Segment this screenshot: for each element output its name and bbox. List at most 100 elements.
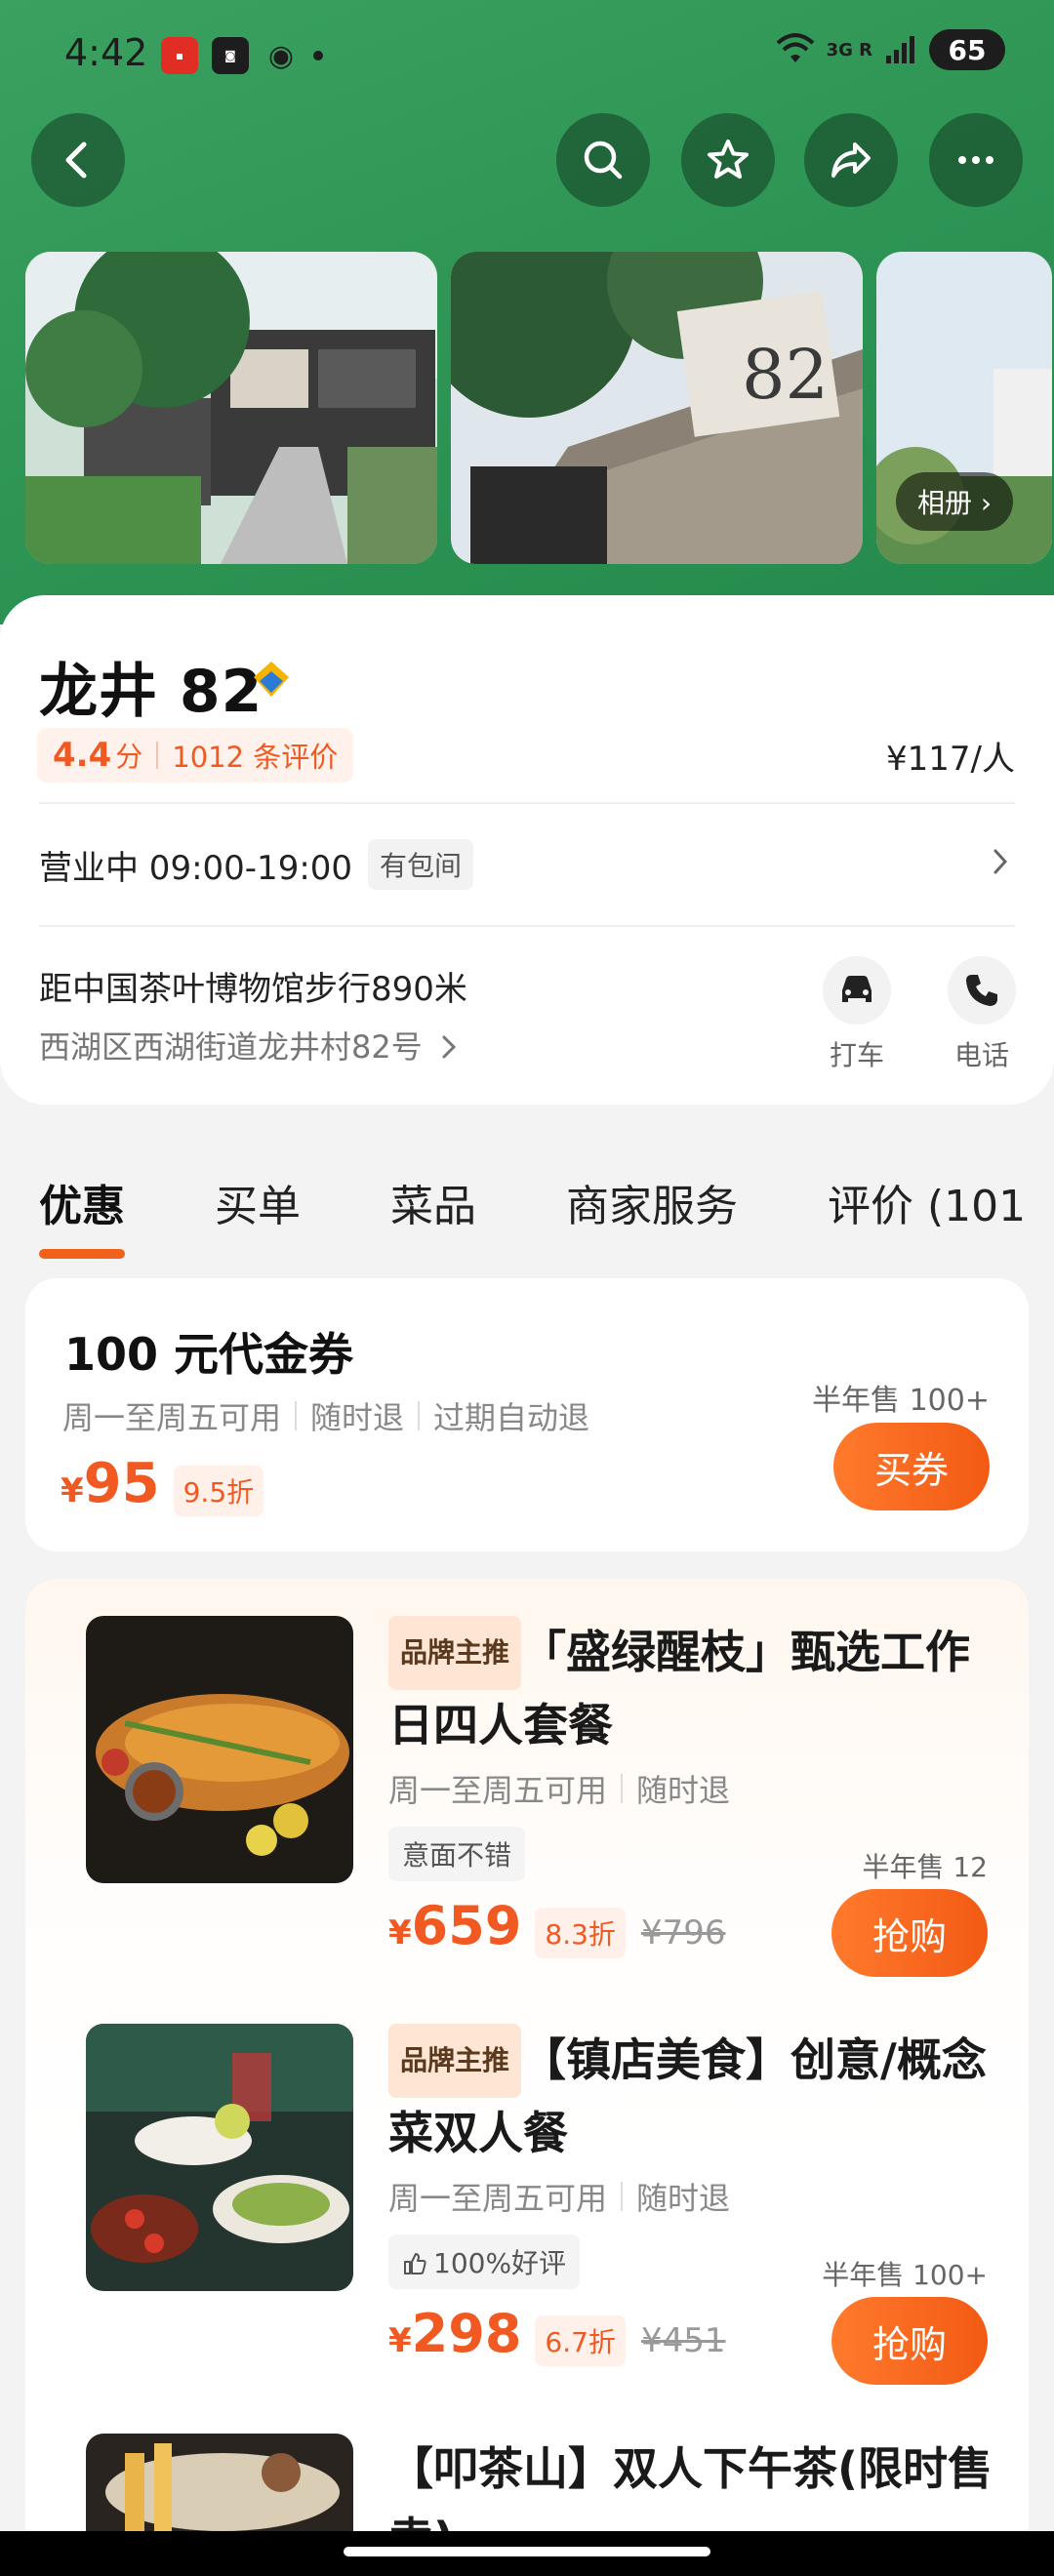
deal-details: 【叩茶山】双人下午茶(限时售卖) bbox=[388, 2434, 1013, 2531]
tab-deals[interactable]: 优惠 bbox=[39, 1171, 125, 1259]
tab-dishes[interactable]: 菜品 bbox=[390, 1171, 476, 1233]
phone-button[interactable]: 电话 bbox=[943, 956, 1021, 1073]
divider bbox=[39, 802, 1015, 804]
shop-name: 龙井 82 bbox=[39, 658, 264, 726]
battery-level: 65 bbox=[948, 33, 987, 66]
taxi-button[interactable]: 打车 bbox=[818, 956, 896, 1073]
deal-highlight-text: 100%好评 bbox=[433, 2247, 567, 2279]
app-notification-icon: ▪ bbox=[161, 37, 198, 74]
status-right: 3G R 65 bbox=[776, 29, 1005, 70]
svg-text:82: 82 bbox=[742, 335, 829, 415]
deal-image-roast bbox=[86, 1616, 353, 1883]
deal-item[interactable]: 品牌主推 【镇店美食】创意/概念菜双人餐 周一至周五可用 随时退 100%好评 ¥… bbox=[61, 2024, 1027, 2385]
deal-conditions: 周一至周五可用 随时退 bbox=[388, 2174, 1013, 2219]
address-text: 西湖区西湖街道龙井村82号 bbox=[39, 1028, 423, 1066]
deals-card: 品牌主推 「盛绿醒枝」甄选工作日四人套餐 周一至周五可用 随时退 意面不错 ¥ 6… bbox=[25, 1579, 1029, 2555]
condition-weekdays: 周一至周五可用 bbox=[388, 1772, 608, 1809]
deal-original-price: ¥796 bbox=[640, 1913, 726, 1952]
deal-price-value: 298 bbox=[411, 2303, 522, 2364]
wifi-icon bbox=[776, 33, 814, 62]
buy-voucher-button[interactable]: 买券 bbox=[833, 1423, 990, 1510]
deal-conditions: 周一至周五可用 随时退 bbox=[388, 1766, 1013, 1811]
currency-symbol: ¥ bbox=[61, 1471, 84, 1510]
deal-title: 【叩茶山】双人下午茶(限时售卖) bbox=[388, 2442, 993, 2531]
taxi-label: 打车 bbox=[829, 1039, 884, 1071]
divider bbox=[39, 925, 1015, 927]
tab-pay-bill[interactable]: 买单 bbox=[215, 1171, 301, 1233]
rating-separator bbox=[156, 742, 159, 769]
deal-title: 品牌主推 「盛绿醒枝」甄选工作日四人套餐 bbox=[388, 1616, 1013, 1760]
deal-sold-count: 半年售 12 bbox=[862, 1851, 988, 1883]
chevron-left-icon bbox=[65, 141, 87, 179]
price-per-person: ¥117/人 bbox=[886, 740, 1015, 779]
wechat-icon: ◉ bbox=[267, 38, 295, 73]
deal-image-tea bbox=[86, 2434, 353, 2531]
deal-highlight-chip: 100%好评 bbox=[388, 2234, 581, 2289]
review-count: 1012 条评价 bbox=[172, 741, 339, 774]
star-icon bbox=[708, 140, 749, 179]
shop-info-card: 龙井 82 4.4 分 1012 条评价 ¥117/人 营业中 09:00-19… bbox=[0, 595, 1054, 1105]
notification-icons: ▪ ◙ ◉ bbox=[161, 37, 323, 74]
condition-weekdays: 周一至周五可用 bbox=[388, 2180, 608, 2217]
deal-title: 品牌主推 【镇店美食】创意/概念菜双人餐 bbox=[388, 2024, 1013, 2168]
back-button[interactable] bbox=[31, 113, 125, 207]
grab-deal-button[interactable]: 抢购 bbox=[831, 2297, 988, 2385]
deal-price-value: 659 bbox=[411, 1895, 522, 1956]
condition-auto-refund: 过期自动退 bbox=[433, 1399, 590, 1436]
currency-symbol: ¥ bbox=[388, 1913, 412, 1952]
brand-recommend-tag: 品牌主推 bbox=[388, 1616, 522, 1690]
signal-icon bbox=[886, 36, 914, 63]
photo-gallery[interactable]: 82 相册 › bbox=[25, 252, 1052, 564]
voucher-title: 100 元代金券 bbox=[64, 1328, 354, 1381]
rating-score: 4.4 bbox=[53, 736, 112, 775]
section-tabs: 优惠 买单 菜品 商家服务 评价 (101 bbox=[39, 1171, 1054, 1259]
status-bar: 4:42 ▪ ◙ ◉ 3G R 65 bbox=[0, 0, 1054, 107]
deal-highlight-chip: 意面不错 bbox=[388, 1827, 526, 1881]
deal-item[interactable]: 【叩茶山】双人下午茶(限时售卖) bbox=[61, 2434, 1027, 2531]
phone-label: 电话 bbox=[953, 1039, 1009, 1071]
private-room-tag: 有包间 bbox=[368, 839, 474, 890]
rating-badge[interactable]: 4.4 分 1012 条评价 bbox=[37, 728, 354, 783]
chevron-right-icon[interactable] bbox=[986, 847, 1015, 876]
deal-sold-count: 半年售 100+ bbox=[822, 2259, 988, 2291]
brand-recommend-tag: 品牌主推 bbox=[388, 2024, 522, 2098]
condition-refund-anytime: 随时退 bbox=[310, 1399, 405, 1436]
network-type: 3G R bbox=[826, 39, 872, 60]
gallery-photo-house[interactable]: 相册 › bbox=[876, 252, 1052, 564]
tab-merchant-services[interactable]: 商家服务 bbox=[566, 1171, 738, 1233]
voucher-price: ¥ 95 9.5折 bbox=[61, 1452, 264, 1516]
share-button[interactable] bbox=[804, 113, 898, 207]
more-dots-icon bbox=[958, 156, 993, 164]
car-icon bbox=[823, 956, 891, 1025]
deal-discount: 6.7折 bbox=[535, 2315, 626, 2366]
chevron-right-icon bbox=[442, 1035, 457, 1059]
deal-original-price: ¥451 bbox=[640, 2321, 726, 2360]
camera-app-icon: ◙ bbox=[212, 37, 249, 74]
condition-refund-anytime: 随时退 bbox=[636, 2180, 731, 2217]
favorite-button[interactable] bbox=[681, 113, 775, 207]
voucher-card[interactable]: 100 元代金券 周一至周五可用 随时退 过期自动退 ¥ 95 9.5折 半年售… bbox=[25, 1278, 1029, 1551]
tab-reviews[interactable]: 评价 (101 bbox=[828, 1171, 1026, 1233]
address-link[interactable]: 西湖区西湖街道龙井村82号 bbox=[39, 1023, 460, 1067]
more-button[interactable] bbox=[929, 113, 1023, 207]
voucher-conditions: 周一至周五可用 随时退 过期自动退 bbox=[62, 1393, 589, 1438]
deal-discount: 8.3折 bbox=[535, 1908, 626, 1958]
album-button[interactable]: 相册 › bbox=[896, 472, 1014, 531]
voucher-price-value: 95 bbox=[83, 1452, 160, 1515]
business-hours: 营业中 09:00-19:00 bbox=[39, 848, 353, 888]
business-hours-row[interactable]: 营业中 09:00-19:00 有包间 bbox=[39, 839, 474, 890]
battery-icon: 65 bbox=[929, 29, 1005, 70]
gallery-photo-entrance[interactable] bbox=[25, 252, 437, 564]
status-time: 4:42 bbox=[64, 31, 148, 74]
home-indicator[interactable] bbox=[344, 2547, 710, 2556]
deal-image-dinner bbox=[86, 2024, 353, 2291]
share-icon bbox=[831, 142, 871, 178]
gallery-photo-sign-wall[interactable]: 82 bbox=[451, 252, 863, 564]
condition-weekdays: 周一至周五可用 bbox=[62, 1399, 282, 1436]
grab-deal-button[interactable]: 抢购 bbox=[831, 1889, 988, 1977]
voucher-sold-count: 半年售 100+ bbox=[812, 1384, 990, 1418]
diamond-badge-icon bbox=[254, 662, 289, 697]
search-button[interactable] bbox=[556, 113, 650, 207]
deal-item[interactable]: 品牌主推 「盛绿醒枝」甄选工作日四人套餐 周一至周五可用 随时退 意面不错 ¥ 6… bbox=[61, 1616, 1027, 1977]
voucher-discount: 9.5折 bbox=[173, 1466, 264, 1516]
